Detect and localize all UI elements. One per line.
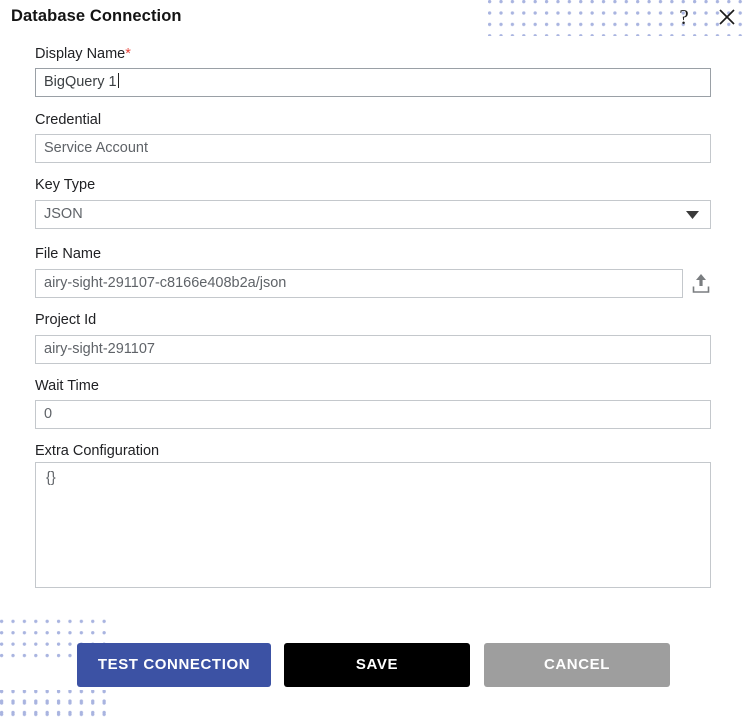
label-key-type: Key Type [35, 177, 96, 193]
label-display-name: Display Name* [35, 46, 131, 63]
label-project-id: Project Id [35, 312, 97, 328]
key-type-select[interactable]: JSON [35, 200, 711, 229]
page-title: Database Connection [11, 7, 182, 25]
required-asterisk: * [125, 46, 131, 62]
label-file-name: File Name [35, 246, 102, 262]
label-extra-configuration: Extra Configuration [35, 443, 160, 459]
dialog-header: Database Connection ? [0, 0, 746, 36]
wait-time-input[interactable]: 0 [35, 400, 711, 429]
extra-configuration-textarea[interactable]: {} [35, 462, 711, 588]
label-credential: Credential [35, 112, 102, 128]
cancel-button[interactable]: CANCEL [484, 643, 670, 687]
display-name-value: BigQuery 1 [44, 74, 117, 90]
test-connection-button[interactable]: TEST CONNECTION [77, 643, 271, 687]
display-name-input[interactable]: BigQuery 1 [35, 68, 711, 97]
file-name-input[interactable]: airy-sight-291107-c8166e408b2a/json [35, 269, 683, 298]
dialog-form-body: Display Name* BigQuery 1 Credential Serv… [0, 36, 746, 619]
save-button[interactable]: SAVE [284, 643, 470, 687]
label-wait-time: Wait Time [35, 378, 99, 394]
text-caret [117, 73, 119, 88]
credential-input[interactable]: Service Account [35, 134, 711, 163]
upload-icon[interactable] [690, 271, 712, 295]
project-id-input[interactable]: airy-sight-291107 [35, 335, 711, 364]
chevron-down-icon[interactable] [686, 211, 699, 219]
label-display-name-text: Display Name [35, 46, 126, 62]
decorative-dot-pattern-bottom-strip [0, 690, 258, 719]
close-icon[interactable] [714, 4, 740, 30]
help-icon[interactable]: ? [672, 4, 696, 30]
